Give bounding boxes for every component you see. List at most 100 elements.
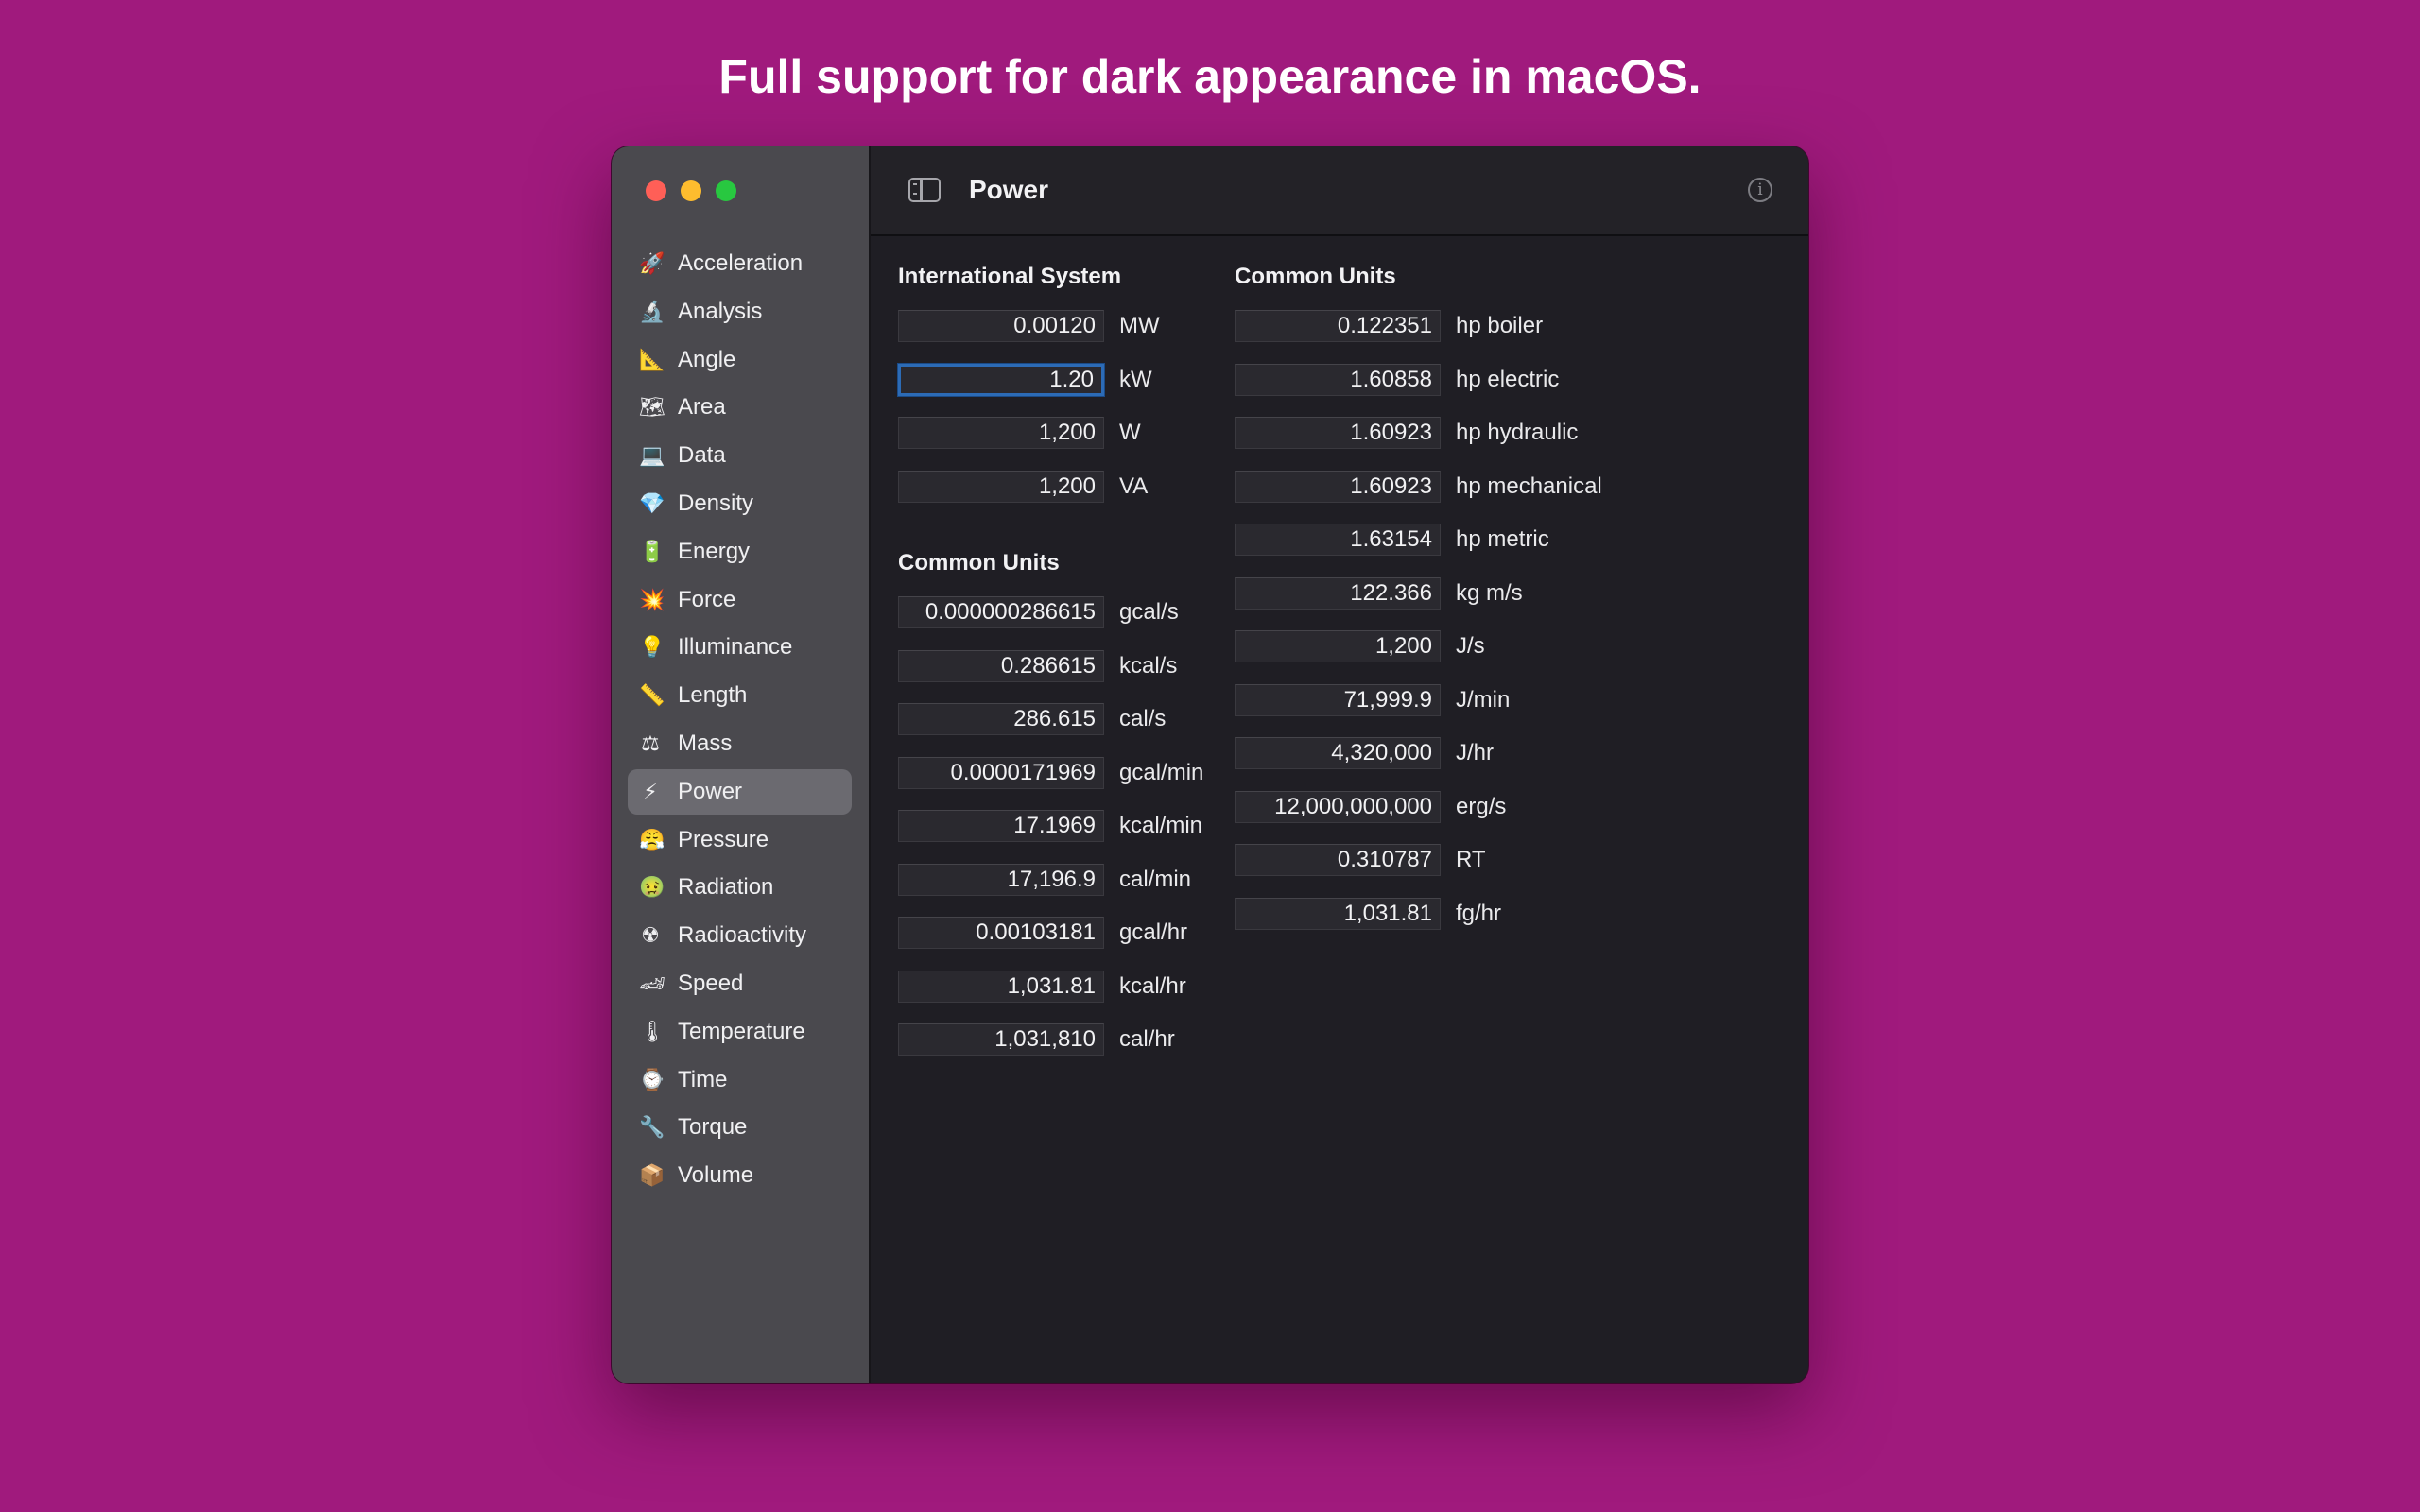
unit-label: erg/s — [1456, 793, 1507, 819]
sidebar-item-label: Time — [678, 1066, 728, 1092]
unit-label: gcal/hr — [1119, 919, 1188, 945]
sidebar-item-acceleration[interactable]: 🚀 Acceleration — [628, 241, 852, 286]
value-field[interactable]: 17,196.9 — [898, 863, 1104, 896]
racing-car-icon: 🏎 — [639, 971, 666, 995]
laptop-icon: 💻 — [639, 443, 666, 468]
app-window: 🚀 Acceleration 🔬 Analysis 📐 Angle 🗺 Area 💻 Data 💎 D… — [612, 146, 1808, 1383]
triangular-ruler-icon: 📐 — [639, 347, 666, 371]
sidebar-item-volume[interactable]: 📦 Volume — [628, 1153, 852, 1198]
minimize-window-button[interactable] — [681, 180, 701, 201]
unit-label: J/hr — [1456, 740, 1495, 765]
value-field[interactable]: 1.20 — [898, 363, 1104, 396]
sidebar-item-radiation[interactable]: 🤢 Radiation — [628, 865, 852, 910]
steaming-face-icon: 😤 — [639, 827, 666, 851]
value-field[interactable]: 0.00120 — [898, 310, 1104, 342]
conversion-row: 1.60858 hp electric — [1235, 361, 1559, 399]
value-field[interactable]: 1.60923 — [1235, 417, 1441, 449]
conversion-row: 0.286615 kcal/s — [898, 647, 1177, 685]
unit-label: kW — [1119, 366, 1152, 392]
sidebar-item-speed[interactable]: 🏎 Speed — [628, 961, 852, 1006]
close-window-button[interactable] — [646, 180, 666, 201]
value-field[interactable]: 286.615 — [898, 703, 1104, 735]
value-field[interactable]: 17.1969 — [898, 810, 1104, 842]
sidebar-item-area[interactable]: 🗺 Area — [628, 385, 852, 430]
sidebar-item-radioactivity[interactable]: ☢ Radioactivity — [628, 913, 852, 958]
conversion-row: 71,999.9 J/min — [1235, 681, 1510, 719]
value-field[interactable]: 1,200 — [898, 470, 1104, 503]
sidebar-item-label: Force — [678, 586, 736, 612]
map-icon: 🗺 — [639, 395, 666, 420]
sidebar-item-length[interactable]: 📏 Length — [628, 673, 852, 718]
conversion-row: 0.0000171969 gcal/min — [898, 754, 1203, 792]
sidebar-item-torque[interactable]: 🔧 Torque — [628, 1105, 852, 1150]
sidebar-item-density[interactable]: 💎 Density — [628, 481, 852, 526]
unit-label: kcal/s — [1119, 652, 1178, 679]
page-title: Power — [969, 175, 1049, 204]
value-field[interactable]: 1,200 — [898, 417, 1104, 449]
unit-label: cal/s — [1119, 706, 1167, 731]
value-field[interactable]: 12,000,000,000 — [1235, 790, 1441, 823]
sidebar-item-energy[interactable]: 🔋 Energy — [628, 529, 852, 575]
sidebar-item-label: Density — [678, 490, 754, 516]
sidebar-item-temperature[interactable]: 🌡 Temperature — [628, 1009, 852, 1055]
value-field[interactable]: 4,320,000 — [1235, 737, 1441, 769]
value-field[interactable]: 0.0000171969 — [898, 756, 1104, 789]
unit-label: J/s — [1456, 633, 1485, 659]
value-field[interactable]: 0.000000286615 — [898, 596, 1104, 628]
value-field[interactable]: 1,200 — [1235, 630, 1441, 662]
sidebar-item-force[interactable]: 💥 Force — [628, 577, 852, 623]
ruler-icon: 📏 — [639, 683, 666, 708]
sidebar-item-angle[interactable]: 📐 Angle — [628, 337, 852, 383]
radioactive-icon: ☢ — [641, 923, 660, 948]
sidebar-item-label: Radiation — [678, 874, 774, 901]
value-field[interactable]: 1,031,810 — [898, 1023, 1104, 1056]
zoom-window-button[interactable] — [716, 180, 736, 201]
section-title-common-units-right: Common Units — [1235, 264, 1396, 289]
value-field[interactable]: 71,999.9 — [1235, 683, 1441, 716]
value-field[interactable]: 0.00103181 — [898, 917, 1104, 949]
wrench-icon: 🔧 — [639, 1115, 666, 1140]
conversion-row: 1,200 W — [898, 414, 1141, 452]
value-field[interactable]: 1.60923 — [1235, 470, 1441, 503]
thermometer-icon: 🌡 — [639, 1019, 666, 1043]
conversion-row: 12,000,000,000 erg/s — [1235, 788, 1506, 826]
conversion-row: 1,200 J/s — [1235, 627, 1485, 665]
value-field[interactable]: 1,031.81 — [898, 970, 1104, 1003]
sidebar-item-analysis[interactable]: 🔬 Analysis — [628, 289, 852, 335]
sidebar-item-illuminance[interactable]: 💡 Illuminance — [628, 625, 852, 670]
nauseated-face-icon: 🤢 — [639, 875, 666, 900]
info-icon[interactable]: i — [1748, 178, 1772, 202]
watch-icon: ⌚ — [639, 1067, 666, 1091]
unit-label: gcal/min — [1119, 759, 1204, 785]
sidebar-item-time[interactable]: ⌚ Time — [628, 1057, 852, 1103]
conversion-row: 0.122351 hp boiler — [1235, 307, 1543, 345]
sidebar-item-power[interactable]: ⚡ Power — [628, 768, 852, 815]
conversion-row: 1,031.81 kcal/hr — [898, 968, 1186, 1005]
main-panel: Power i International System 0.00120 MW 1.… — [871, 146, 1808, 1383]
sidebar-item-data[interactable]: 💻 Data — [628, 433, 852, 478]
unit-label: kcal/min — [1119, 813, 1203, 838]
value-field[interactable]: 1,031.81 — [1235, 897, 1441, 930]
value-field[interactable]: 1.60858 — [1235, 363, 1441, 396]
sidebar-item-label: Power — [678, 778, 743, 804]
conversion-row: 1.60923 hp mechanical — [1235, 468, 1602, 506]
unit-label: gcal/s — [1119, 599, 1179, 625]
value-field[interactable]: 0.122351 — [1235, 310, 1441, 342]
conversion-row: 1.60923 hp hydraulic — [1235, 414, 1578, 452]
section-title-common-units-left: Common Units — [898, 550, 1060, 576]
sidebar-toggle-icon[interactable] — [908, 178, 941, 202]
sidebar-item-pressure[interactable]: 😤 Pressure — [628, 817, 852, 863]
sidebar-item-label: Volume — [678, 1162, 754, 1189]
unit-label: hp mechanical — [1456, 472, 1602, 499]
category-list: 🚀 Acceleration 🔬 Analysis 📐 Angle 🗺 Area 💻 Data 💎 D… — [628, 241, 852, 1201]
sidebar-item-mass[interactable]: ⚖ Mass — [628, 721, 852, 766]
value-field[interactable]: 0.286615 — [898, 649, 1104, 682]
conversion-row: 1,200 VA — [898, 468, 1148, 506]
value-field[interactable]: 122.366 — [1235, 576, 1441, 610]
value-field[interactable]: 1.63154 — [1235, 524, 1441, 556]
sidebar-item-label: Torque — [678, 1114, 748, 1141]
unit-label: hp electric — [1456, 366, 1560, 392]
unit-label: cal/hr — [1119, 1026, 1175, 1052]
unit-label: W — [1119, 420, 1141, 445]
value-field[interactable]: 0.310787 — [1235, 844, 1441, 876]
